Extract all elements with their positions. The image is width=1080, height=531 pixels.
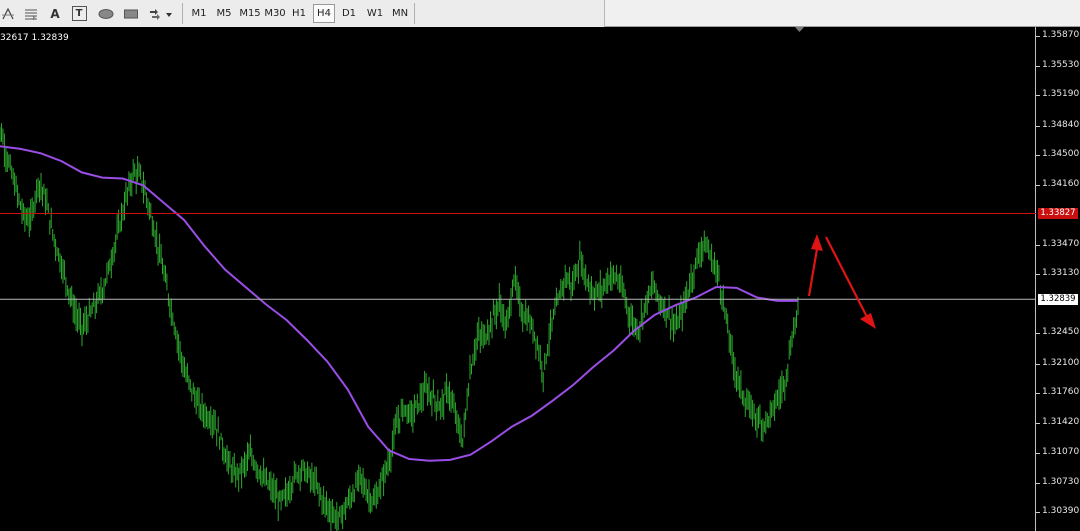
timeframe-m15-button[interactable]: M15	[238, 4, 262, 23]
price-tick	[1036, 36, 1040, 37]
price-tick	[1036, 393, 1040, 394]
price-tick	[1036, 125, 1040, 127]
timeframe-w1-button[interactable]: W1	[364, 4, 386, 23]
price-chart[interactable]	[0, 27, 1036, 531]
toolbar-strip: F A T M1 M5 M15 M30 H1 H4 D1 W1 MN	[0, 0, 605, 27]
price-scale[interactable]: 1.35870 1.35530 1.35190 1.34840 1.34500 1.341…	[1036, 27, 1080, 531]
price-tick-label: 1.35870	[1042, 30, 1080, 40]
price-tick	[1036, 333, 1040, 335]
arrow-down-annotation[interactable]	[825, 236, 876, 329]
timeframe-d1-button[interactable]: D1	[338, 4, 360, 23]
price-tick-label: 1.30730	[1042, 476, 1080, 487]
price-bars	[0, 123, 799, 531]
timeframe-mn-button[interactable]: MN	[389, 4, 411, 23]
price-tick	[1036, 274, 1040, 275]
toolbar: F A T M1 M5 M15 M30 H1 H4 D1 W1 MN	[0, 0, 1080, 27]
price-tick-label: 1.31070	[1042, 446, 1080, 457]
timeframe-h1-button[interactable]: H1	[289, 4, 309, 23]
price-tick-label: 1.32450	[1042, 327, 1080, 338]
arrow-up-annotation[interactable]	[807, 234, 823, 297]
timeframe-h4-button[interactable]: H4	[313, 4, 335, 23]
price-tick-label: 1.31420	[1042, 416, 1080, 427]
toolbar-separator	[182, 3, 183, 24]
text-label-icon[interactable]: T	[70, 4, 88, 23]
moving-average-line	[0, 145, 798, 462]
timeframe-m1-button[interactable]: M1	[188, 4, 210, 23]
price-tick-label: 1.30390	[1042, 506, 1080, 516]
fibonacci-icon[interactable]: F	[22, 4, 40, 23]
price-tick-label: 1.33470	[1042, 238, 1080, 249]
toolbar-separator	[414, 3, 415, 24]
arrows-icon[interactable]	[147, 4, 175, 23]
crosshair-icon[interactable]	[0, 4, 16, 23]
text-label-glyph: T	[71, 6, 87, 21]
price-tick	[1036, 363, 1040, 365]
ohlc-info: 32617 1.32839	[0, 33, 69, 43]
price-tick-label: 1.34840	[1042, 119, 1080, 130]
text-icon[interactable]: A	[47, 4, 63, 23]
price-tick	[1036, 452, 1040, 454]
price-tick-label: 1.34160	[1042, 178, 1080, 189]
resistance-price-label: 1.33827	[1038, 208, 1078, 219]
price-tick	[1036, 244, 1040, 246]
price-tick-label: 1.35530	[1042, 59, 1080, 70]
chart-shift-marker	[795, 27, 804, 32]
bid-price-label: 1.32839	[1038, 293, 1078, 305]
price-tick	[1036, 512, 1040, 513]
svg-text:F: F	[33, 16, 36, 21]
price-tick	[1036, 184, 1040, 186]
price-tick	[1036, 482, 1040, 484]
price-tick	[1036, 155, 1040, 156]
price-tick	[1036, 65, 1040, 67]
price-tick-label: 1.35190	[1042, 89, 1080, 100]
timeframe-m5-button[interactable]: M5	[212, 4, 236, 23]
price-tick-label: 1.31760	[1042, 387, 1080, 397]
price-tick-label: 1.32100	[1042, 357, 1080, 368]
price-tick-label: 1.33130	[1042, 268, 1080, 278]
price-tick	[1036, 95, 1040, 97]
timeframe-m30-button[interactable]: M30	[263, 4, 287, 23]
rectangle-icon[interactable]	[121, 4, 141, 23]
ellipse-icon[interactable]	[96, 4, 116, 23]
price-tick-label: 1.34500	[1042, 149, 1080, 159]
price-tick	[1036, 422, 1040, 424]
